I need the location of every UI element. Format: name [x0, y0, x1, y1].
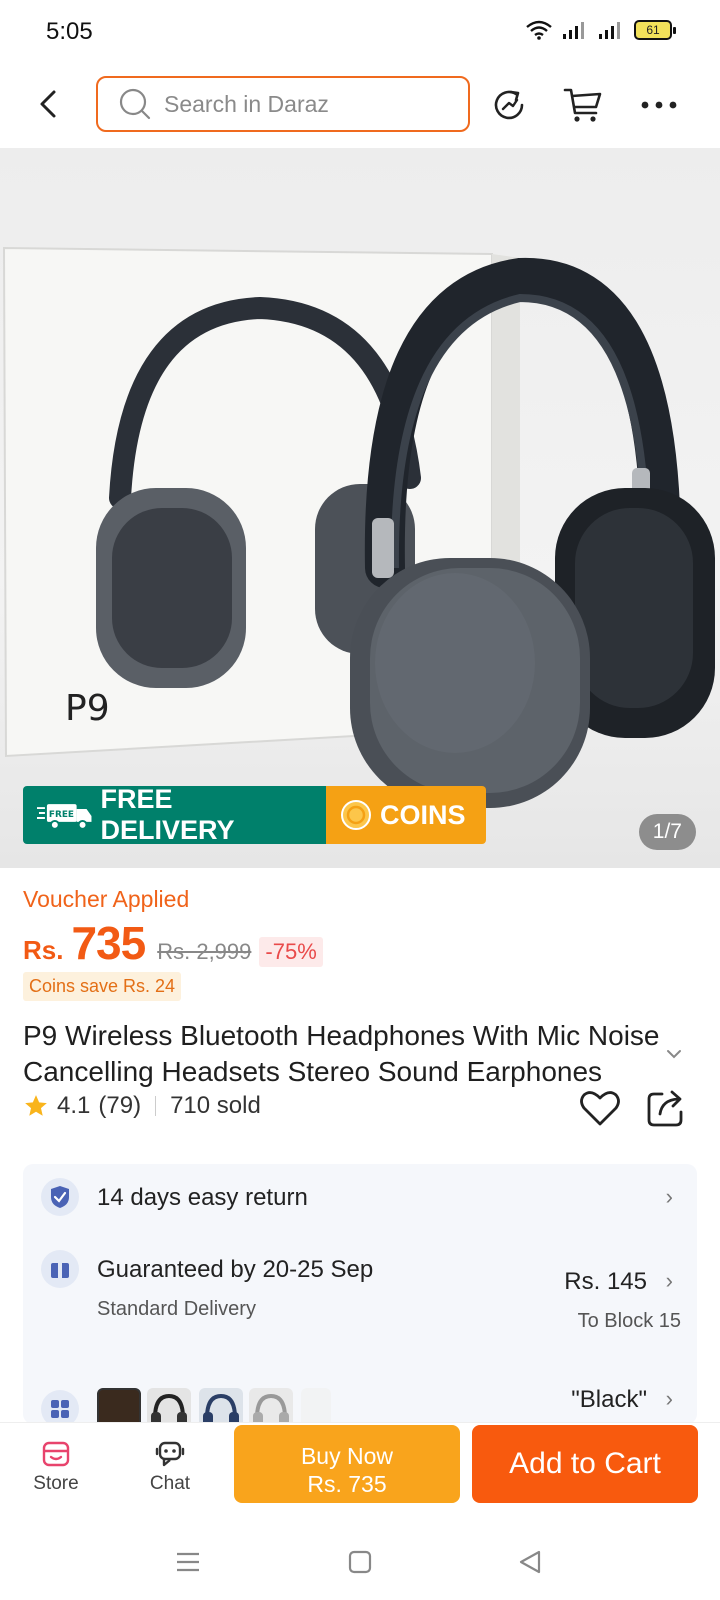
chevron-right-icon: ›: [665, 1184, 673, 1209]
chat-button[interactable]: Chat: [130, 1439, 210, 1495]
wishlist-button[interactable]: [578, 1086, 622, 1130]
original-price: Rs. 2,999: [157, 939, 252, 964]
delivery-guarantee-text: Guaranteed by 20-25 Sep: [97, 1256, 374, 1283]
title-expand-button[interactable]: [666, 1046, 682, 1064]
price-currency: Rs.: [23, 935, 64, 965]
coins-text: COINS: [380, 799, 466, 830]
back-button[interactable]: [30, 84, 66, 124]
store-button[interactable]: Store: [16, 1439, 96, 1495]
shield-check-icon: [41, 1178, 79, 1216]
battery-icon: 61: [634, 20, 676, 40]
chevron-right-icon: ›: [665, 1386, 673, 1411]
signal-icon-2: [599, 22, 620, 39]
rating-value: 4.1: [57, 1092, 91, 1119]
promo-banner: FREE FREE DELIVERY COINS: [23, 786, 486, 844]
variant-thumb[interactable]: [199, 1388, 243, 1424]
search-icon: [119, 88, 151, 120]
product-title: P9 Wireless Bluetooth Headphones With Mi…: [23, 1020, 660, 1087]
coin-icon: [341, 800, 371, 830]
star-icon: [25, 1095, 47, 1116]
heart-icon: [580, 1091, 620, 1126]
status-icons: 61: [526, 20, 676, 40]
back-triangle-icon: [519, 1550, 541, 1574]
divider: [155, 1096, 157, 1116]
delivery-price: Rs. 145: [564, 1268, 647, 1295]
product-image-carousel[interactable]: P9 FREE FREE DELIVERY COINS 1/7: [0, 148, 720, 868]
store-icon: [42, 1441, 70, 1467]
signal-icon: [563, 22, 584, 39]
bottom-action-bar: Store Chat Buy Now Rs. 735 Add to Cart: [0, 1422, 720, 1522]
cart-icon: [563, 88, 602, 122]
delivery-truck-icon: FREE: [37, 804, 92, 830]
cart-button[interactable]: [562, 84, 604, 126]
box-model-text: P9: [65, 688, 110, 729]
voucher-applied-label: Voucher Applied: [23, 886, 190, 912]
rating-row[interactable]: 4.1 (79) 710 sold: [23, 1092, 261, 1120]
refresh-icon: [494, 90, 524, 120]
store-label: Store: [33, 1473, 79, 1494]
free-delivery-badge: FREE FREE DELIVERY: [23, 786, 326, 844]
coins-save-badge: Coins save Rs. 24: [23, 972, 182, 1001]
more-icon: [641, 101, 677, 109]
buy-now-price: Rs. 735: [307, 1470, 387, 1497]
system-nav-bar: [0, 1522, 720, 1600]
variant-thumb[interactable]: [147, 1388, 191, 1424]
search-box[interactable]: [96, 76, 470, 132]
truck-free-tag: FREE: [49, 810, 74, 820]
product-image: P9: [2, 246, 715, 808]
returns-row[interactable]: 14 days easy return ›: [23, 1164, 697, 1232]
search-input[interactable]: [164, 90, 444, 118]
chat-label: Chat: [149, 1473, 191, 1494]
variant-thumb[interactable]: [249, 1388, 293, 1424]
returns-text: 14 days easy return: [97, 1184, 308, 1211]
back-nav-button[interactable]: [510, 1542, 550, 1582]
rating-count: (79): [98, 1092, 142, 1119]
chevron-down-icon: [667, 1050, 681, 1059]
chat-icon: [155, 1441, 185, 1467]
variant-thumb[interactable]: [301, 1388, 331, 1424]
delivery-destination: To Block 15: [577, 1310, 681, 1332]
discount-badge: -75%: [259, 937, 323, 967]
service-info-card: 14 days easy return › Guaranteed by 20-2…: [23, 1164, 697, 1424]
share-icon: [647, 1090, 683, 1127]
variant-selected-label[interactable]: "Black": [571, 1386, 647, 1414]
wifi-icon: [526, 20, 552, 40]
menu-icon: [177, 1552, 199, 1572]
add-to-cart-button[interactable]: Add to Cart: [472, 1425, 698, 1503]
home-square-icon: [348, 1550, 372, 1574]
status-bar: 5:05 61: [0, 0, 720, 62]
image-page-counter: 1/7: [638, 814, 696, 850]
package-icon: [41, 1250, 79, 1288]
coins-badge: COINS: [326, 786, 486, 844]
variant-thumb[interactable]: [97, 1388, 141, 1424]
sold-count: 710 sold: [170, 1092, 261, 1119]
header: [0, 62, 720, 146]
home-nav-button[interactable]: [340, 1542, 380, 1582]
more-options-button[interactable]: [638, 84, 680, 126]
history-button[interactable]: [488, 84, 530, 126]
status-time: 5:05: [46, 18, 93, 45]
buy-now-label: Buy Now: [300, 1442, 394, 1469]
price-value: 735: [71, 917, 146, 969]
chevron-right-icon: ›: [665, 1268, 673, 1293]
variant-grid-icon: [41, 1390, 79, 1424]
back-arrow-icon: [40, 90, 56, 118]
menu-nav-button[interactable]: [168, 1542, 208, 1582]
free-delivery-text: FREE DELIVERY: [100, 786, 235, 844]
delivery-type-text: Standard Delivery: [97, 1298, 256, 1320]
buy-now-button[interactable]: Buy Now Rs. 735: [234, 1425, 460, 1503]
price-row: Rs. 735 Rs. 2,999 -75%: [23, 916, 323, 970]
battery-level: 61: [646, 23, 660, 37]
share-button[interactable]: [644, 1086, 688, 1130]
